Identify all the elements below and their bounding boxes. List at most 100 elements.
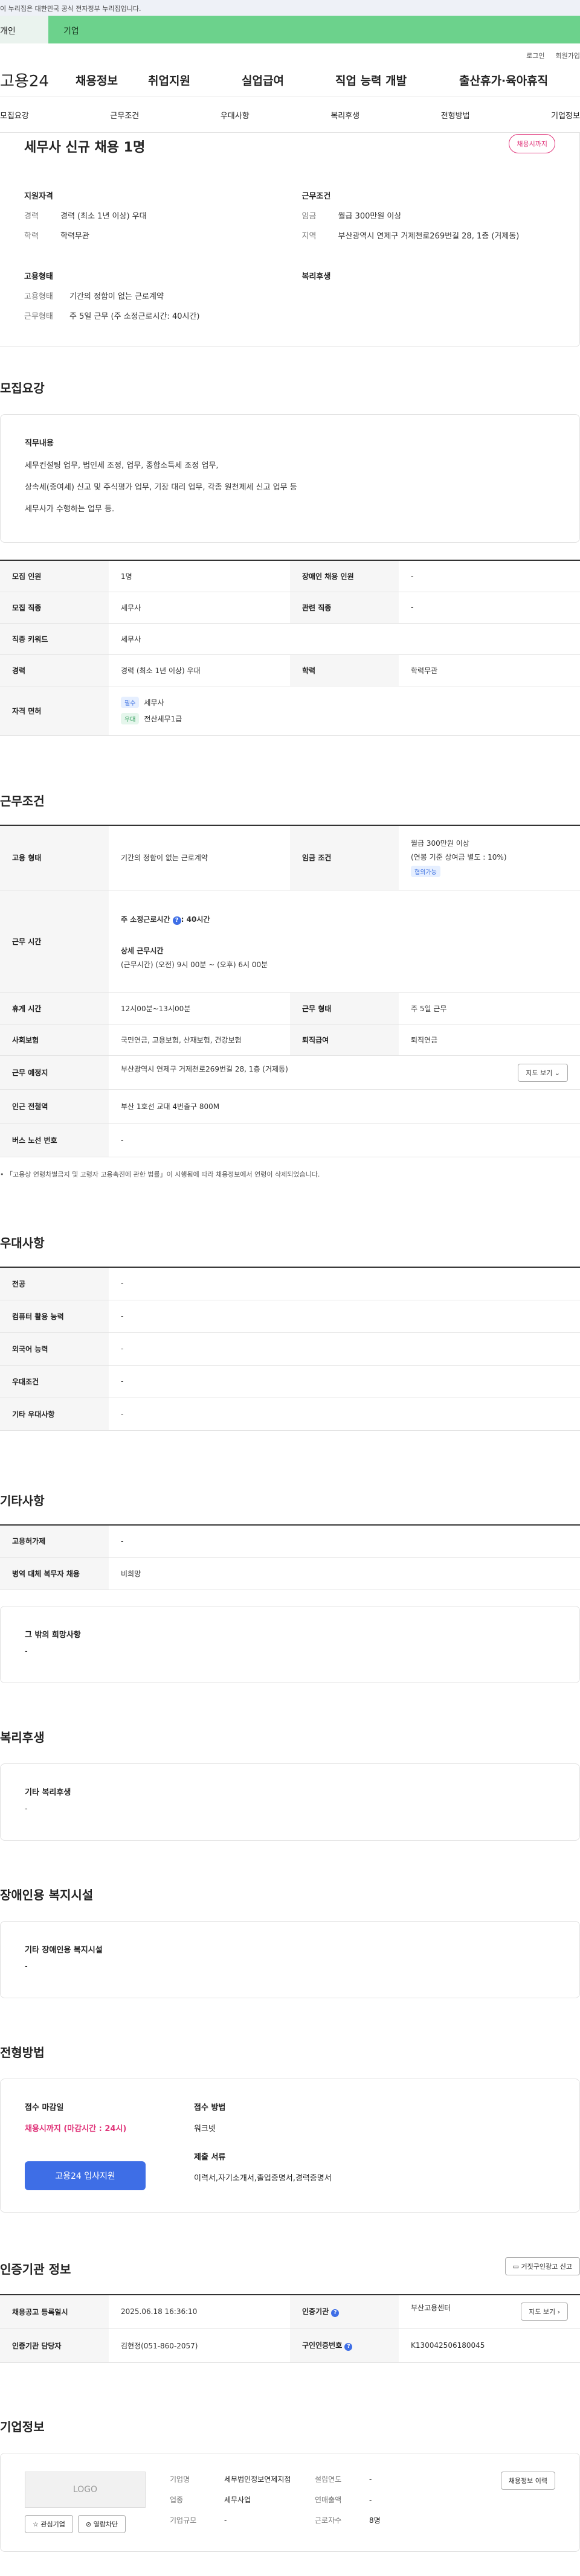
- table-row: 근무 시간 주 소정근로시간 ?: 40시간 상세 근무시간 (근무시간) (오…: [0, 890, 580, 993]
- favorite-company-button[interactable]: ☆ 관심기업: [25, 2514, 73, 2533]
- etc-title: 기타사항: [0, 1493, 45, 1508]
- map-button[interactable]: 지도 보기 ⌄: [518, 1063, 568, 1082]
- table-header: 구인인증번호 ?: [290, 2328, 399, 2363]
- preferred-tag: 우대: [121, 713, 140, 724]
- company-employees: 8명: [369, 2516, 381, 2525]
- table-cell: 2025.06.18 16:36:10: [109, 2295, 290, 2329]
- gov-banner: 이 누리집은 대한민국 공식 전자정부 누리집입니다.: [0, 0, 580, 16]
- company-founded: -: [369, 2475, 372, 2484]
- table-row: 인증기관 담당자 김현정(051-860-2057) 구인인증번호 ? K130…: [0, 2328, 580, 2363]
- company-label: 기업규모: [170, 2516, 197, 2525]
- gnb-menu-jobs[interactable]: 채용정보: [76, 72, 148, 88]
- kv-value: 기간의 정함이 없는 근로계약: [69, 292, 164, 301]
- table-header: 우대조건: [0, 1365, 109, 1398]
- table-header: 채용공고 등록일시: [0, 2295, 109, 2329]
- tab-recruit[interactable]: 모집요강: [0, 109, 29, 121]
- history-button[interactable]: 채용정보 이력: [500, 2471, 555, 2490]
- process-title: 전형방법: [0, 2045, 45, 2060]
- apply-button[interactable]: 고용24 입사지원: [25, 2161, 146, 2190]
- star-icon: ☆: [33, 2520, 39, 2528]
- method-label: 접수 방법: [194, 2103, 226, 2112]
- table-header: 기타 우대사항: [0, 1398, 109, 1431]
- org-value: 부산고용센터: [411, 2304, 451, 2313]
- hope-value: -: [25, 1647, 28, 1656]
- hope-box: 그 밖의 희망사항 -: [0, 1606, 580, 1683]
- tab-selection-process[interactable]: 전형방법: [441, 109, 470, 121]
- table-cell: 학력무관: [399, 654, 580, 686]
- prefer-section: 우대사항 전공 - 컴퓨터 활용 능력 - 외국어 능력 - 우대조건 - 기타 우대사…: [0, 1233, 580, 1431]
- table-row: 전공 -: [0, 1267, 580, 1300]
- facility-title: 장애인용 복지시설: [0, 1888, 94, 1902]
- table-cell: 경력 (최소 1년 이상) 우대: [109, 654, 290, 686]
- table-header: 학력: [290, 654, 399, 686]
- signup-link[interactable]: 회원가입: [556, 51, 580, 63]
- company-title: 기업정보: [0, 2419, 45, 2434]
- kv-label: 학력: [24, 232, 39, 241]
- tab-work-conditions[interactable]: 근무조건: [110, 109, 139, 121]
- facility-value: -: [25, 1962, 28, 1971]
- recruit-table: 모집 인원 1명 장애인 채용 인원 - 모집 직종 세무사 관련 직종 - 직…: [0, 560, 580, 736]
- chevron-right-icon: ›: [557, 2308, 560, 2316]
- table-header: 외국어 능력: [0, 1332, 109, 1366]
- agency-detail-button[interactable]: 지도 보기 ›: [521, 2303, 568, 2321]
- recruit-title: 모집요강: [0, 381, 45, 395]
- kv-value: 주 5일 근무 (주 소정근로시간: 40시간): [69, 312, 200, 321]
- hours-cell: 주 소정근로시간 ?: 40시간 상세 근무시간 (근무시간) (오전) 9시 …: [109, 890, 580, 993]
- gnb-menu-skill-development[interactable]: 직업 능력 개발: [335, 72, 459, 88]
- block-view-button[interactable]: ⊘ 열람차단: [77, 2514, 126, 2533]
- map-button-label: 지도 보기: [526, 1069, 553, 1077]
- table-header: 근무 형태: [290, 992, 399, 1024]
- table-header: 병역 대체 복무자 채용: [0, 1557, 109, 1590]
- duty-box: 직무내용 세무컨설팅 업무, 법인세 조정, 업무, 종합소득세 조정 업무, …: [0, 414, 580, 543]
- page-bottom-spacer: [0, 2552, 580, 2576]
- table-header: 모집 인원: [0, 560, 109, 592]
- negotiable-tag: 협의가능: [411, 866, 440, 878]
- age-note-text: 「고용상 연령차별금지 및 고령자 고용촉진에 관한 법률」이 시행됨에 따라 …: [6, 1171, 320, 1178]
- table-cell: -: [109, 1267, 580, 1300]
- wage-cell: 월급 300만원 이상 (연봉 기준 상여금 별도 : 10%) 협의가능: [399, 825, 580, 890]
- company-industry: 세무사업: [224, 2495, 251, 2504]
- table-row: 모집 인원 1명 장애인 채용 인원 -: [0, 560, 580, 592]
- main-navigation: 고용24 채용정보 취업지원 실업급여 직업 능력 개발 출산휴가·육아휴직: [0, 63, 580, 97]
- site-logo[interactable]: 고용24: [0, 69, 76, 91]
- auth-label: 구인인증번호: [302, 2341, 343, 2350]
- table-header: 인증기관 ?: [290, 2295, 399, 2329]
- tab-company-info[interactable]: 기업정보: [551, 109, 580, 121]
- info-icon[interactable]: ?: [331, 2309, 340, 2318]
- deadline-block: 접수 마감일 채용시까지 (마감시간 : 24시) 고용24 입사지원: [25, 2101, 194, 2190]
- place-value: 부산광역시 연제구 거제천로269번길 28, 1층 (거제동): [121, 1064, 288, 1073]
- age-note: • 「고용상 연령차별금지 및 고령자 고용촉진에 관한 법률」이 시행됨에 따…: [0, 1171, 320, 1178]
- tab-welfare[interactable]: 복리후생: [330, 109, 359, 121]
- false-ad-report-button[interactable]: ▭ 거짓구인광고 신고: [504, 2257, 580, 2275]
- table-header: 컴퓨터 활용 능력: [0, 1300, 109, 1333]
- kv-value: 월급 300만원 이상: [338, 212, 402, 221]
- gnb-menu-unemployment-benefit[interactable]: 실업급여: [242, 72, 335, 88]
- deadline-value: 채용시까지 (마감시간 : 24시): [25, 2124, 127, 2133]
- agency-title: 인증기관 정보: [0, 2262, 71, 2277]
- welfare-value: -: [25, 1804, 28, 1814]
- info-icon[interactable]: ?: [172, 916, 181, 925]
- deadline-label: 접수 마감일: [25, 2103, 64, 2112]
- company-info-col1: 기업명 세무법인정보연제지점 업종 세무사업 기업규모 -: [170, 2472, 315, 2533]
- tab-preferences[interactable]: 우대사항: [221, 109, 250, 121]
- tab-personal[interactable]: 개인: [0, 16, 48, 43]
- table-header: 직종 키워드: [0, 623, 109, 655]
- gnb-menu-parental-leave[interactable]: 출산휴가·육아휴직: [459, 72, 548, 88]
- table-cell: K130042506180045: [399, 2328, 580, 2363]
- detail-hours-heading: 상세 근무시간: [121, 946, 164, 955]
- info-icon[interactable]: ?: [344, 2343, 353, 2351]
- welfare-section: 복리후생 기타 복리후생 -: [0, 1728, 580, 1841]
- duty-heading: 직무내용: [25, 439, 54, 448]
- gnb-menu-employment-support[interactable]: 취업지원: [148, 72, 242, 88]
- table-cell: 세무사: [109, 592, 290, 624]
- method-block: 접수 방법 워크넷 제출 서류 이력서,자기소개서,졸업증명서,경력증명서: [194, 2101, 332, 2190]
- tab-company[interactable]: 기업: [48, 16, 580, 43]
- table-cell: 1명: [109, 560, 290, 592]
- table-header: 휴게 시간: [0, 992, 109, 1024]
- facility-section: 장애인용 복지시설 기타 장애인용 복지시설 -: [0, 1885, 580, 1998]
- prefer-title: 우대사항: [0, 1236, 45, 1250]
- welfare-summary-block: 복리후생: [302, 270, 556, 330]
- table-row: 외국어 능력 -: [0, 1332, 580, 1366]
- login-link[interactable]: 로그인: [526, 51, 544, 63]
- job-summary-card: 세무사 신규 채용 1명 채용시까지 지원자격 경력 경력 (최소 1년 이상) …: [0, 133, 580, 347]
